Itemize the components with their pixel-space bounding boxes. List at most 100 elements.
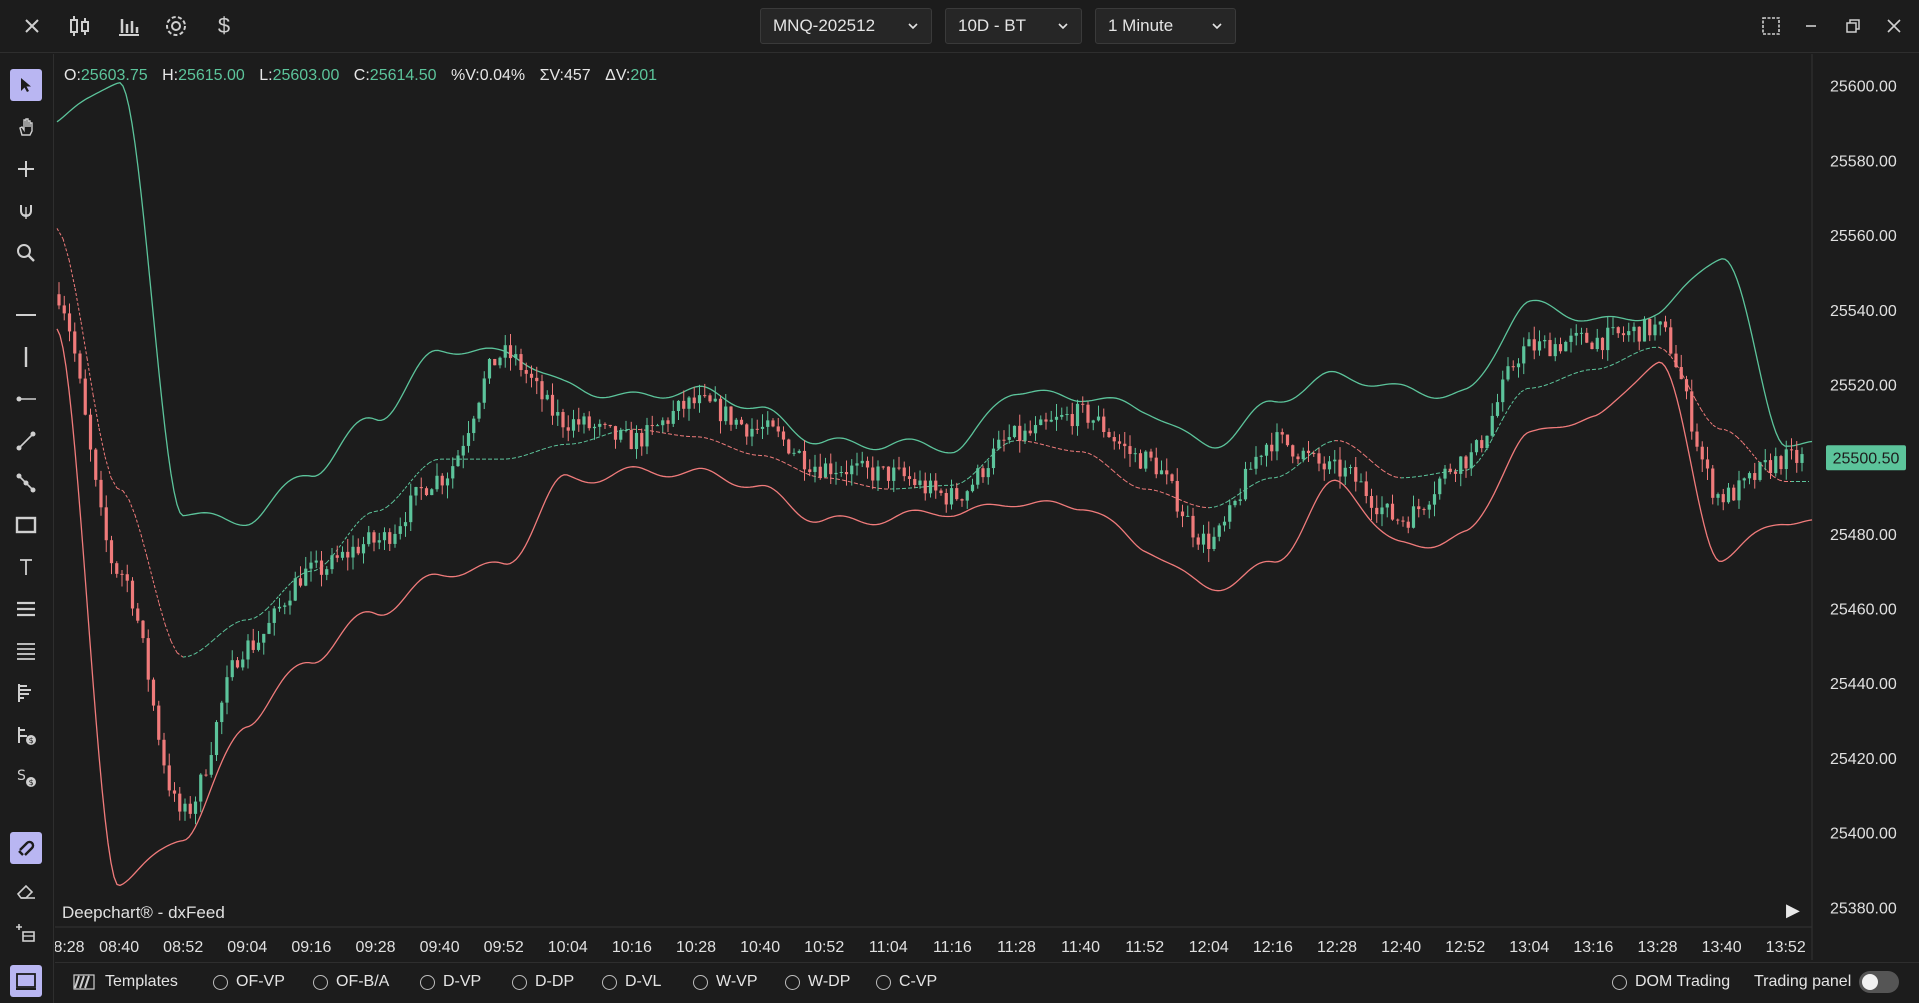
candle-body (1747, 473, 1752, 479)
horizontal-ray-icon[interactable] (10, 383, 42, 415)
radio-circle (602, 974, 617, 990)
candle-body (1480, 440, 1484, 449)
radio-circle (512, 974, 527, 990)
candle-body (1348, 467, 1353, 469)
eraser-icon[interactable] (10, 875, 42, 907)
volume-profile-tool-icon[interactable] (10, 677, 42, 709)
candle-body (813, 466, 817, 472)
gear-icon[interactable] (160, 10, 192, 42)
candle-body (708, 395, 712, 402)
candle-body (676, 400, 681, 412)
candle-body (498, 357, 502, 366)
cursor-arrow-icon[interactable] (10, 69, 42, 101)
candle-body (1327, 461, 1332, 470)
vertical-line-icon[interactable] (10, 341, 42, 373)
close-icon[interactable] (16, 10, 48, 42)
symbol-dropdown[interactable]: MNQ-202512 (760, 8, 932, 44)
templates-button[interactable]: Templates (73, 973, 178, 991)
candle-body (802, 450, 807, 470)
panel-icon[interactable] (10, 965, 42, 997)
radio-d-dp[interactable]: D-DP (512, 973, 574, 991)
price-tick-label: 25440.00 (1830, 676, 1897, 693)
scroll-to-latest-icon[interactable]: ▶ (1786, 900, 1800, 921)
candle-body (997, 439, 1001, 449)
candle-body (1301, 450, 1305, 460)
price-chart[interactable]: 25600.00 25580.00 25560.00 25540.00 25520.00… (55, 54, 1919, 960)
candle-body (435, 475, 439, 490)
radio-c-vp[interactable]: C-VP (876, 973, 937, 991)
time-tick-label: 12:28 (1317, 939, 1357, 956)
candle-body (1212, 536, 1216, 550)
time-tick-label: 13:16 (1573, 939, 1613, 956)
layers-icon[interactable] (10, 917, 42, 949)
candle-body (403, 522, 408, 527)
radio-w-dp[interactable]: W-DP (785, 973, 850, 991)
radio-circle (693, 974, 708, 990)
candle-body (1149, 451, 1153, 458)
toggle-switch[interactable] (1859, 971, 1900, 993)
close-label: C: (353, 67, 370, 84)
window-close-icon[interactable] (1880, 12, 1908, 40)
candle-body (1018, 425, 1022, 441)
time-tick-label: 13:52 (1766, 939, 1806, 956)
candle-body (372, 532, 376, 543)
candle-body (587, 416, 591, 429)
price-tick-label: 25400.00 (1830, 826, 1897, 843)
magnet-cursor-icon[interactable] (10, 195, 42, 227)
candle-body (1154, 457, 1158, 475)
radio-w-vp[interactable]: W-VP (693, 973, 757, 991)
minimize-icon[interactable] (1797, 12, 1825, 40)
candle-body (430, 489, 434, 496)
restore-icon[interactable] (1839, 12, 1867, 40)
candle-body (1186, 515, 1190, 517)
candle-body (808, 469, 812, 472)
candle-body (1716, 494, 1720, 498)
bars-icon[interactable] (112, 10, 144, 42)
candle-body (682, 400, 686, 409)
radio-of-vp[interactable]: OF-VP (213, 973, 285, 991)
crosshair-icon[interactable] (10, 153, 42, 185)
radio-d-vp[interactable]: D-VP (420, 973, 481, 991)
hand-icon[interactable] (10, 111, 42, 143)
polyline-icon[interactable] (10, 467, 42, 499)
horizontal-line-icon[interactable] (10, 299, 42, 331)
sum-volume-label: ΣV: (539, 67, 564, 84)
candle-body (881, 466, 885, 468)
candle-body (907, 476, 912, 479)
candle-body (409, 495, 413, 523)
candle-body (1690, 391, 1694, 432)
trend-line-icon[interactable] (10, 425, 42, 457)
candle-body (1343, 467, 1347, 477)
radio-d-vl[interactable]: D-VL (602, 973, 661, 991)
candle-body (1275, 432, 1279, 452)
trading-panel-toggle[interactable]: Trading panel (1754, 971, 1900, 993)
candle-body (1317, 453, 1321, 464)
candles-icon[interactable] (64, 10, 96, 42)
candle-body (377, 540, 381, 543)
fib-levels-icon[interactable] (10, 593, 42, 625)
candle-body (1501, 379, 1505, 403)
chevron-down-icon (1058, 23, 1068, 30)
range-dropdown[interactable]: 10D - BT (945, 8, 1082, 44)
interval-dropdown[interactable]: 1 Minute (1095, 8, 1236, 44)
candle-body (1417, 506, 1421, 510)
candle-body (671, 411, 675, 424)
dom-trading-radio[interactable]: DOM Trading (1612, 973, 1730, 991)
session-stats-icon[interactable]: S $ (10, 761, 42, 793)
layout-icon[interactable] (1757, 12, 1785, 40)
radio-of-b-a[interactable]: OF-B/A (313, 973, 389, 991)
magnet-icon[interactable] (10, 832, 42, 864)
rectangle-icon[interactable] (10, 509, 42, 541)
dollar-icon[interactable]: $ (208, 10, 240, 42)
candle-body (1359, 481, 1363, 483)
radio-label: D-VP (443, 973, 482, 990)
text-icon[interactable] (10, 551, 42, 583)
zoom-icon[interactable] (10, 237, 42, 269)
bar-stats-icon[interactable]: $ (10, 719, 42, 751)
candle-body (136, 608, 140, 621)
fib-extension-icon[interactable] (10, 635, 42, 667)
open-value: 25603.75 (80, 67, 148, 84)
delta-volume-label: ΔV: (605, 67, 631, 84)
candle-body (981, 468, 985, 478)
candle-body (1548, 340, 1552, 357)
